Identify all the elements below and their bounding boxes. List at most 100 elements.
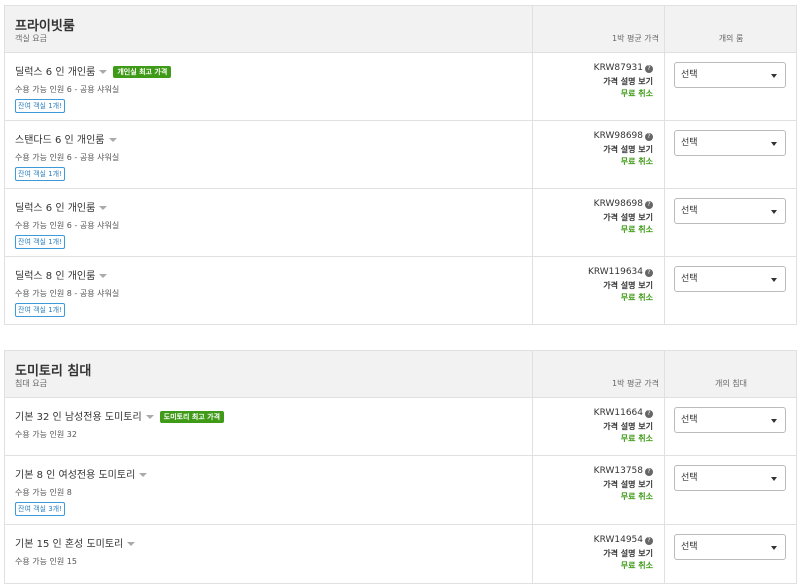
caret-down-icon [771, 419, 777, 423]
price-explain-link[interactable]: 가격 설명 보기 [603, 280, 653, 291]
room-row: 기본 32 인 남성전용 도미토리 도미토리 최고 가격 수용 가능 인원 32 … [5, 398, 796, 456]
private-room-header: 프라이빗룸 객실 요금 1박 평균 가격 개의 룸 [5, 6, 796, 53]
room-price: KRW119634? [588, 267, 653, 277]
price-cell: KRW14954? 가격 설명 보기 무료 취소 [532, 525, 663, 583]
question-circle-icon[interactable]: ? [645, 201, 653, 209]
quantity-select[interactable]: 선택 [674, 465, 786, 491]
caret-down-icon[interactable] [139, 473, 148, 477]
room-name[interactable]: 기본 8 인 여성전용 도미토리 [15, 466, 148, 481]
price-explain-link[interactable]: 가격 설명 보기 [603, 212, 653, 223]
remaining-badge: 잔여 객실 1개! [15, 303, 65, 317]
best-price-badge: 개인실 최고 가격 [113, 66, 172, 78]
room-price: KRW11664? [594, 408, 653, 418]
caret-down-icon [771, 278, 777, 282]
select-column-header: 개의 룸 [664, 6, 797, 52]
dorm-bed-header: 도미토리 침대 침대 요금 1박 평균 가격 개의 침대 [5, 351, 796, 398]
room-name[interactable]: 기본 32 인 남성전용 도미토리 도미토리 최고 가격 [15, 408, 225, 423]
remaining-badge: 잔여 객실 1개! [15, 167, 65, 181]
dorm-bed-section: 도미토리 침대 침대 요금 1박 평균 가격 개의 침대 기본 32 인 남성전… [4, 350, 797, 584]
price-cell: KRW119634? 가격 설명 보기 무료 취소 [532, 257, 663, 324]
price-cell: KRW11664? 가격 설명 보기 무료 취소 [532, 398, 663, 455]
price-explain-link[interactable]: 가격 설명 보기 [603, 548, 653, 559]
room-capacity: 수용 가능 인원 8 [15, 488, 72, 497]
section-title: 도미토리 침대 [15, 364, 92, 379]
free-cancel-label: 무료 취소 [620, 293, 653, 302]
select-column-header: 개의 침대 [664, 351, 797, 397]
caret-down-icon[interactable] [99, 70, 108, 74]
caret-down-icon [771, 477, 777, 481]
price-cell: KRW13758? 가격 설명 보기 무료 취소 [532, 456, 663, 524]
price-explain-link[interactable]: 가격 설명 보기 [603, 144, 653, 155]
question-circle-icon[interactable]: ? [645, 537, 653, 545]
caret-down-icon [771, 74, 777, 78]
room-name[interactable]: 딜럭스 6 인 개인룸 [15, 199, 108, 214]
question-circle-icon[interactable]: ? [645, 65, 653, 73]
caret-down-icon [771, 142, 777, 146]
caret-down-icon[interactable] [145, 415, 154, 419]
room-capacity: 수용 가능 인원 32 [15, 430, 77, 439]
room-price: KRW87931? [594, 63, 653, 73]
section-subtitle: 객실 요금 [15, 34, 47, 43]
quantity-select[interactable]: 선택 [674, 62, 786, 88]
quantity-select[interactable]: 선택 [674, 130, 786, 156]
room-capacity: 수용 가능 인원 8 - 공용 샤워실 [15, 289, 120, 298]
room-name[interactable]: 딜럭스 6 인 개인룸 개인실 최고 가격 [15, 63, 172, 78]
select-cell: 선택 [664, 456, 797, 524]
room-price: KRW13758? [594, 466, 653, 476]
room-row: 기본 15 인 혼성 도미토리 수용 가능 인원 15 KRW14954? 가격… [5, 525, 796, 583]
caret-down-icon [771, 210, 777, 214]
private-room-section: 프라이빗룸 객실 요금 1박 평균 가격 개의 룸 딜럭스 6 인 개인룸 개인실… [4, 5, 797, 325]
room-row: 딜럭스 6 인 개인룸 개인실 최고 가격 수용 가능 인원 6 - 공용 샤워실… [5, 53, 796, 121]
caret-down-icon[interactable] [99, 206, 108, 210]
question-circle-icon[interactable]: ? [645, 133, 653, 141]
select-cell: 선택 [664, 398, 797, 455]
remaining-badge: 잔여 객실 1개! [15, 99, 65, 113]
price-cell: KRW98698? 가격 설명 보기 무료 취소 [532, 121, 663, 188]
question-circle-icon[interactable]: ? [645, 410, 653, 418]
free-cancel-label: 무료 취소 [620, 89, 653, 98]
room-price: KRW14954? [594, 535, 653, 545]
best-price-badge: 도미토리 최고 가격 [159, 411, 225, 423]
price-explain-link[interactable]: 가격 설명 보기 [603, 479, 653, 490]
price-explain-link[interactable]: 가격 설명 보기 [603, 76, 653, 87]
room-capacity: 수용 가능 인원 15 [15, 557, 77, 566]
room-price: KRW98698? [594, 199, 653, 209]
room-row: 기본 8 인 여성전용 도미토리 수용 가능 인원 8 잔여 객실 3개! KR… [5, 456, 796, 525]
caret-down-icon[interactable] [108, 138, 117, 142]
room-name[interactable]: 딜럭스 8 인 개인룸 [15, 267, 108, 282]
price-column-header: 1박 평균 가격 [532, 351, 663, 397]
free-cancel-label: 무료 취소 [620, 157, 653, 166]
remaining-badge: 잔여 객실 3개! [15, 502, 65, 516]
price-cell: KRW98698? 가격 설명 보기 무료 취소 [532, 189, 663, 256]
room-row: 딜럭스 6 인 개인룸 수용 가능 인원 6 - 공용 샤워실 잔여 객실 1개… [5, 189, 796, 257]
quantity-select[interactable]: 선택 [674, 266, 786, 292]
room-capacity: 수용 가능 인원 6 - 공용 샤워실 [15, 221, 120, 230]
room-capacity: 수용 가능 인원 6 - 공용 샤워실 [15, 153, 120, 162]
caret-down-icon [771, 546, 777, 550]
free-cancel-label: 무료 취소 [620, 561, 653, 570]
select-cell: 선택 [664, 525, 797, 583]
room-name[interactable]: 기본 15 인 혼성 도미토리 [15, 535, 136, 550]
caret-down-icon[interactable] [99, 274, 108, 278]
quantity-select[interactable]: 선택 [674, 407, 786, 433]
select-cell: 선택 [664, 189, 797, 256]
room-capacity: 수용 가능 인원 6 - 공용 샤워실 [15, 85, 120, 94]
room-row: 스탠다드 6 인 개인룸 수용 가능 인원 6 - 공용 샤워실 잔여 객실 1… [5, 121, 796, 189]
remaining-badge: 잔여 객실 1개! [15, 235, 65, 249]
section-title: 프라이빗룸 [15, 19, 75, 34]
select-cell: 선택 [664, 257, 797, 324]
free-cancel-label: 무료 취소 [620, 225, 653, 234]
free-cancel-label: 무료 취소 [620, 434, 653, 443]
price-column-header: 1박 평균 가격 [532, 6, 663, 52]
price-explain-link[interactable]: 가격 설명 보기 [603, 421, 653, 432]
room-price: KRW98698? [594, 131, 653, 141]
section-subtitle: 침대 요금 [15, 379, 47, 388]
room-name[interactable]: 스탠다드 6 인 개인룸 [15, 131, 117, 146]
question-circle-icon[interactable]: ? [645, 269, 653, 277]
question-circle-icon[interactable]: ? [645, 468, 653, 476]
quantity-select[interactable]: 선택 [674, 198, 786, 224]
select-cell: 선택 [664, 53, 797, 120]
quantity-select[interactable]: 선택 [674, 534, 786, 560]
caret-down-icon[interactable] [127, 542, 136, 546]
select-cell: 선택 [664, 121, 797, 188]
